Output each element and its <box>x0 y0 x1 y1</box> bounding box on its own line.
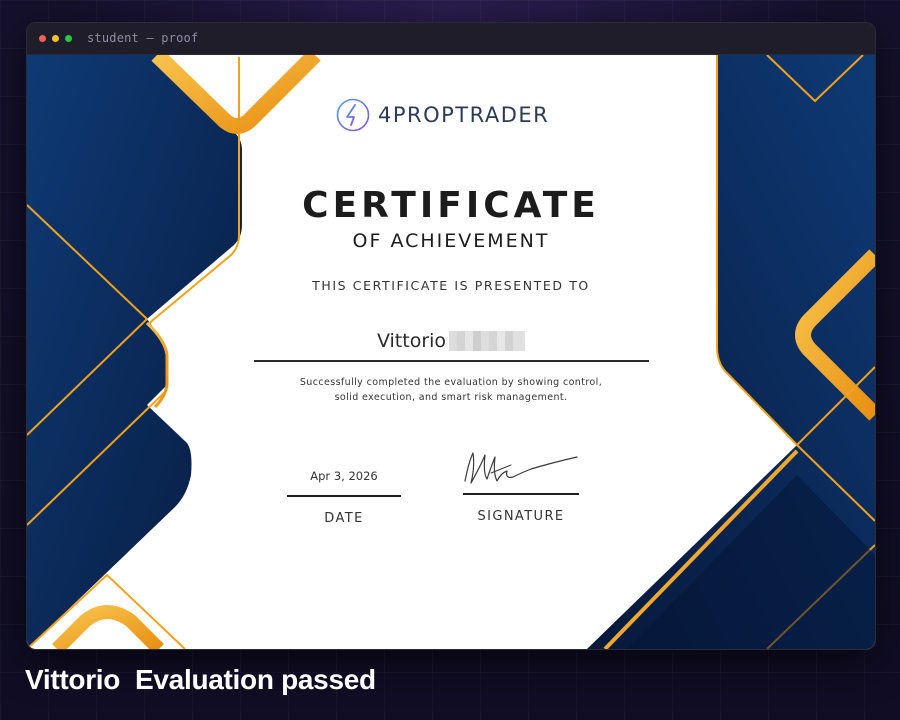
description-line-2: solid execution, and smart risk manageme… <box>334 392 568 403</box>
redacted-last-name <box>449 331 526 351</box>
recipient-first-name: Vittorio <box>376 330 447 352</box>
achievement-description: Successfully completed the evaluation by… <box>27 375 875 405</box>
presented-to-label: THIS CERTIFICATE IS PRESENTED TO <box>312 278 590 293</box>
minimize-window-button[interactable] <box>52 35 59 42</box>
certificate-subtitle: OF ACHIEVEMENT <box>352 230 550 252</box>
right-decoration <box>587 55 875 649</box>
certificate-title: CERTIFICATE <box>302 185 600 226</box>
window-titlebar: student — proof <box>27 23 875 55</box>
date-underline <box>287 495 401 497</box>
description-line-1: Successfully completed the evaluation by… <box>299 377 603 388</box>
brand-logo-icon <box>336 98 370 132</box>
caption-text: Vittorio Evaluation passed <box>25 664 376 695</box>
signature-underline <box>463 493 579 495</box>
signature-icon <box>464 452 578 484</box>
certificate-decoration <box>27 55 875 649</box>
certificate: 4PROPTRADER CERTIFICATE OF ACHIEVEMENT T… <box>27 55 875 649</box>
date-label: DATE <box>324 511 364 526</box>
date-value: Apr 3, 2026 <box>310 469 378 483</box>
signature-label: SIGNATURE <box>477 509 565 524</box>
maximize-window-button[interactable] <box>65 35 72 42</box>
close-window-button[interactable] <box>39 35 46 42</box>
window-title: student — proof <box>87 31 199 45</box>
recipient-name: Vittorio <box>27 330 875 352</box>
recipient-underline <box>254 360 649 362</box>
left-decoration <box>27 55 321 649</box>
brand-logo: 4PROPTRADER <box>336 97 549 133</box>
brand-name: 4PROPTRADER <box>378 103 550 127</box>
app-window: student — proof 4PROPTRADER CERTIFICATE … <box>26 22 876 650</box>
